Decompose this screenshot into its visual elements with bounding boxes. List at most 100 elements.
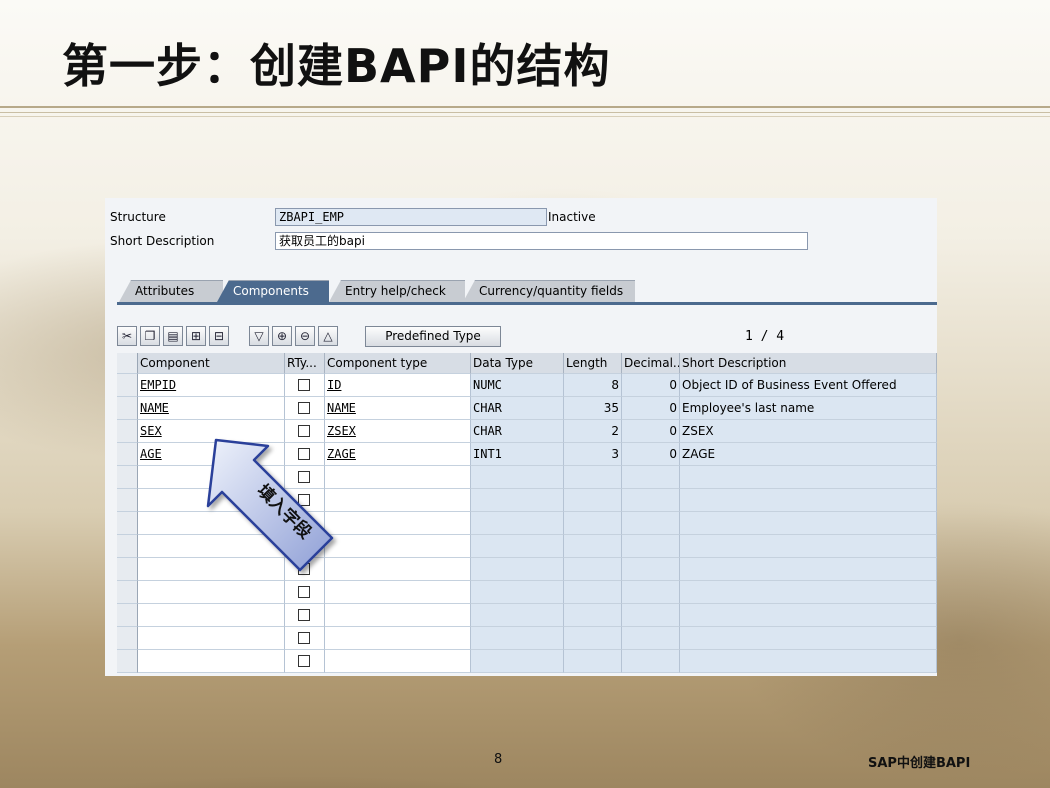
- row-selector[interactable]: [117, 558, 138, 581]
- component-type-cell[interactable]: [325, 627, 471, 650]
- short-description-cell[interactable]: [680, 581, 937, 604]
- decimal-cell[interactable]: 0: [622, 397, 680, 420]
- component-type-cell[interactable]: NAME: [325, 397, 471, 420]
- short-description-cell[interactable]: [680, 604, 937, 627]
- short-description-cell[interactable]: [680, 650, 937, 673]
- length-cell[interactable]: [564, 558, 622, 581]
- component-type-cell[interactable]: [325, 489, 471, 512]
- row-selector[interactable]: [117, 374, 138, 397]
- row-selector[interactable]: [117, 627, 138, 650]
- paste-icon[interactable]: ▤: [163, 326, 183, 346]
- short-description-cell[interactable]: ZSEX: [680, 420, 937, 443]
- ref-type-checkbox[interactable]: [298, 586, 310, 598]
- component-type-cell[interactable]: [325, 535, 471, 558]
- data-type-cell[interactable]: [471, 604, 564, 627]
- decimal-cell[interactable]: 0: [622, 420, 680, 443]
- data-type-cell[interactable]: CHAR: [471, 397, 564, 420]
- decimal-cell[interactable]: [622, 535, 680, 558]
- component-type-cell[interactable]: ZSEX: [325, 420, 471, 443]
- ref-type-checkbox[interactable]: [298, 379, 310, 391]
- cut-icon[interactable]: ✂: [117, 326, 137, 346]
- header-data-type[interactable]: Data Type: [471, 353, 564, 374]
- decimal-cell[interactable]: [622, 627, 680, 650]
- copy-icon[interactable]: ❐: [140, 326, 160, 346]
- length-cell[interactable]: [564, 627, 622, 650]
- component-type-cell[interactable]: [325, 512, 471, 535]
- row-selector[interactable]: [117, 604, 138, 627]
- component-type-cell[interactable]: [325, 650, 471, 673]
- header-length[interactable]: Length: [564, 353, 622, 374]
- component-cell[interactable]: [138, 604, 285, 627]
- row-selector[interactable]: [117, 397, 138, 420]
- row-selector[interactable]: [117, 535, 138, 558]
- decimal-cell[interactable]: 0: [622, 443, 680, 466]
- ref-type-checkbox[interactable]: [298, 632, 310, 644]
- length-cell[interactable]: 3: [564, 443, 622, 466]
- length-cell[interactable]: [564, 489, 622, 512]
- decimal-cell[interactable]: 0: [622, 374, 680, 397]
- data-type-cell[interactable]: [471, 581, 564, 604]
- component-type-cell[interactable]: ID: [325, 374, 471, 397]
- rtype-cell[interactable]: [285, 581, 325, 604]
- header-component[interactable]: Component: [138, 353, 285, 374]
- component-cell[interactable]: EMPID: [138, 374, 285, 397]
- row-selector[interactable]: [117, 443, 138, 466]
- component-type-cell[interactable]: [325, 558, 471, 581]
- row-selector[interactable]: [117, 489, 138, 512]
- short-description-cell[interactable]: [680, 466, 937, 489]
- length-cell[interactable]: 2: [564, 420, 622, 443]
- length-cell[interactable]: [564, 512, 622, 535]
- tab-currency-quantity-fields[interactable]: Currency/quantity fields: [463, 280, 635, 302]
- delete-row-icon[interactable]: ⊟: [209, 326, 229, 346]
- ref-type-checkbox[interactable]: [298, 655, 310, 667]
- ref-type-checkbox[interactable]: [298, 609, 310, 621]
- data-type-cell[interactable]: [471, 627, 564, 650]
- length-cell[interactable]: 35: [564, 397, 622, 420]
- short-description-cell[interactable]: [680, 512, 937, 535]
- structure-name-field[interactable]: ZBAPI_EMP: [275, 208, 547, 226]
- up-icon[interactable]: △: [318, 326, 338, 346]
- decimal-cell[interactable]: [622, 581, 680, 604]
- expand-icon[interactable]: ⊕: [272, 326, 292, 346]
- decimal-cell[interactable]: [622, 650, 680, 673]
- data-type-cell[interactable]: [471, 466, 564, 489]
- component-cell[interactable]: NAME: [138, 397, 285, 420]
- component-type-cell[interactable]: ZAGE: [325, 443, 471, 466]
- data-type-cell[interactable]: NUMC: [471, 374, 564, 397]
- short-description-cell[interactable]: ZAGE: [680, 443, 937, 466]
- decimal-cell[interactable]: [622, 512, 680, 535]
- row-selector[interactable]: [117, 420, 138, 443]
- data-type-cell[interactable]: [471, 512, 564, 535]
- rtype-cell[interactable]: [285, 397, 325, 420]
- data-type-cell[interactable]: [471, 558, 564, 581]
- component-cell[interactable]: [138, 627, 285, 650]
- short-description-cell[interactable]: [680, 535, 937, 558]
- decimal-cell[interactable]: [622, 466, 680, 489]
- header-decimal[interactable]: Decimal...: [622, 353, 680, 374]
- short-description-cell[interactable]: [680, 489, 937, 512]
- component-type-cell[interactable]: [325, 581, 471, 604]
- data-type-cell[interactable]: [471, 489, 564, 512]
- row-selector[interactable]: [117, 581, 138, 604]
- data-type-cell[interactable]: [471, 650, 564, 673]
- predefined-type-button[interactable]: Predefined Type: [365, 326, 501, 347]
- rtype-cell[interactable]: [285, 650, 325, 673]
- data-type-cell[interactable]: CHAR: [471, 420, 564, 443]
- length-cell[interactable]: [564, 466, 622, 489]
- length-cell[interactable]: 8: [564, 374, 622, 397]
- row-selector[interactable]: [117, 466, 138, 489]
- short-description-cell[interactable]: [680, 627, 937, 650]
- short-description-cell[interactable]: Employee's last name: [680, 397, 937, 420]
- header-component-type[interactable]: Component type: [325, 353, 471, 374]
- decimal-cell[interactable]: [622, 489, 680, 512]
- length-cell[interactable]: [564, 604, 622, 627]
- rtype-cell[interactable]: [285, 374, 325, 397]
- data-type-cell[interactable]: [471, 535, 564, 558]
- rtype-cell[interactable]: [285, 627, 325, 650]
- insert-row-icon[interactable]: ⊞: [186, 326, 206, 346]
- short-description-cell[interactable]: Object ID of Business Event Offered: [680, 374, 937, 397]
- select-all-cell[interactable]: [117, 353, 138, 374]
- rtype-cell[interactable]: [285, 604, 325, 627]
- short-description-cell[interactable]: [680, 558, 937, 581]
- length-cell[interactable]: [564, 650, 622, 673]
